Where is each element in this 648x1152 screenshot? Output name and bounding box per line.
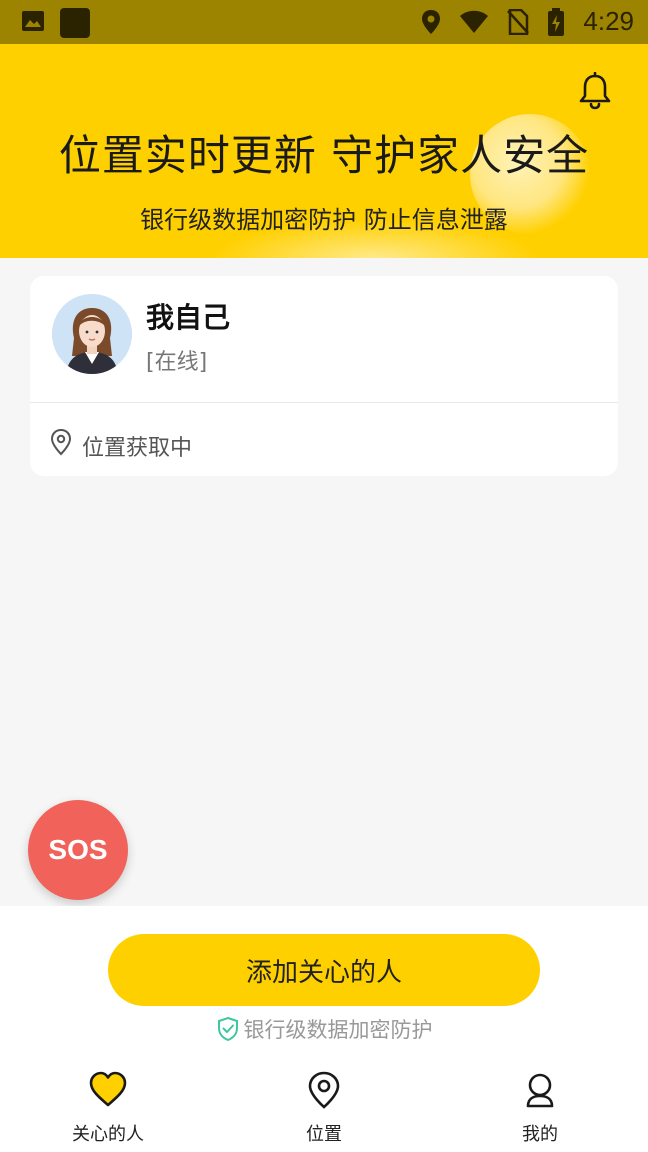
banner-headline: 位置实时更新 守护家人安全 [58,131,590,180]
member-card[interactable]: 我自己 [在线] 位置获取中 [30,276,618,476]
avatar [52,294,132,374]
card-divider [30,402,618,403]
tab-label: 我的 [522,1124,558,1145]
tab-label: 位置 [306,1124,342,1145]
app-notification-icon [60,8,90,38]
security-note-text: 银行级数据加密防护 [243,1018,433,1042]
heart-icon [89,1071,127,1107]
image-notification-icon [22,11,44,31]
woman-avatar-icon [52,294,132,374]
banner-subline: 银行级数据加密防护 防止信息泄露 [140,206,508,234]
tab-label: 关心的人 [72,1124,144,1145]
tab-mine[interactable]: 我的 [470,1064,610,1148]
shield-check-icon [217,1016,238,1042]
hero-banner: 位置实时更新 守护家人安全 银行级数据加密防护 防止信息泄露 [0,44,648,258]
sos-button[interactable]: SOS [28,800,128,900]
clock: 4:29 [583,6,634,36]
no-sim-icon [507,8,530,35]
status-bar: 4:29 [0,0,648,44]
member-name: 我自己 [146,301,231,334]
profile-icon [526,1073,554,1108]
bottom-tab-bar: 关心的人 位置 我的 [0,1056,648,1152]
location-pin-icon [308,1071,340,1109]
bell-icon[interactable] [578,72,612,110]
tab-location[interactable]: 位置 [254,1064,394,1148]
tab-care-people[interactable]: 关心的人 [38,1064,178,1148]
battery-charging-icon [548,7,565,36]
add-care-person-button[interactable]: 添加关心的人 [108,934,540,1006]
location-status-text: 位置获取中 [82,436,193,461]
location-pin-icon [50,428,72,456]
online-status: [在线] [146,350,208,375]
security-note: 银行级数据加密防护 [0,1014,648,1044]
notification-icons [20,8,90,38]
wifi-icon [460,10,489,33]
location-status-icon [422,9,441,34]
